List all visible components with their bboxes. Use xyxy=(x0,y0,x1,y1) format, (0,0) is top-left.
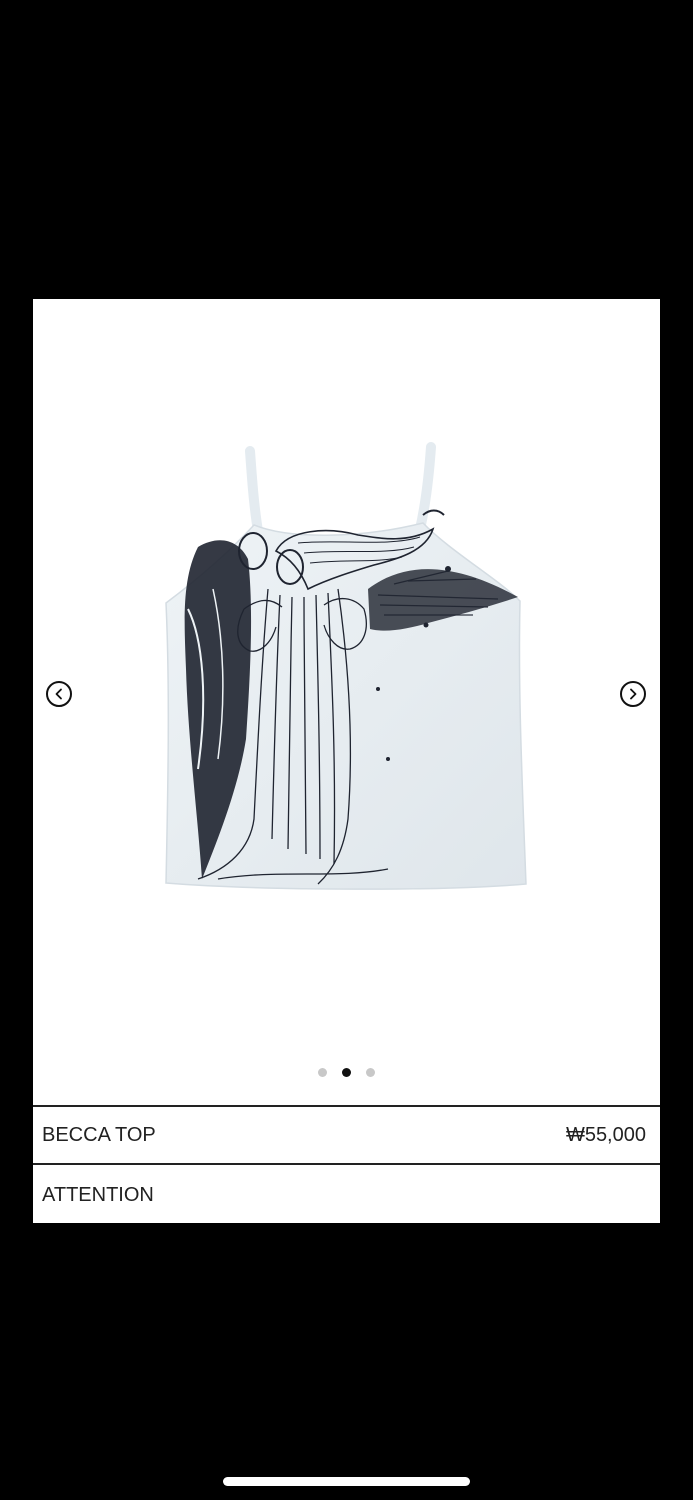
carousel-dot-2[interactable] xyxy=(342,1068,351,1077)
home-indicator[interactable] xyxy=(223,1477,470,1486)
product-price: ₩55,000 xyxy=(565,1123,646,1146)
previous-image-button[interactable] xyxy=(46,681,72,707)
product-image[interactable] xyxy=(158,439,533,894)
attention-label: ATTENTION xyxy=(42,1183,154,1206)
carousel-dot-3[interactable] xyxy=(366,1068,375,1077)
next-image-button[interactable] xyxy=(620,681,646,707)
product-name: BECCA TOP xyxy=(42,1123,156,1146)
product-info-row: BECCA TOP ₩55,000 xyxy=(33,1105,660,1165)
attention-section[interactable]: ATTENTION xyxy=(33,1173,660,1217)
product-image-gallery[interactable] xyxy=(33,299,660,1105)
carousel-pagination xyxy=(33,1068,660,1077)
background-texture xyxy=(33,309,660,349)
chevron-left-icon xyxy=(55,688,62,700)
phone-screen: BECCA TOP ₩55,000 ATTENTION xyxy=(0,0,693,1500)
carousel-dot-1[interactable] xyxy=(318,1068,327,1077)
chevron-right-icon xyxy=(630,688,637,700)
product-card: BECCA TOP ₩55,000 ATTENTION xyxy=(33,299,660,1223)
